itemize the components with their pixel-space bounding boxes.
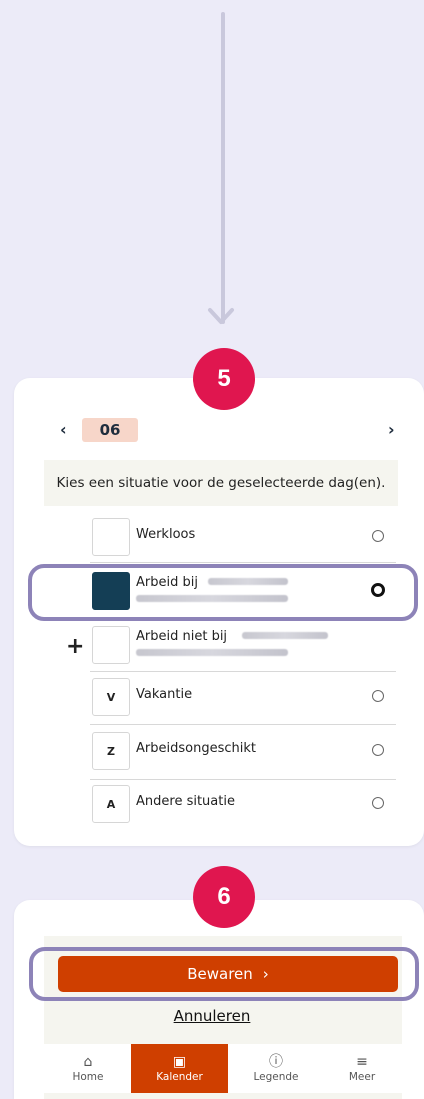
cancel-link[interactable]: Annuleren [0, 1007, 424, 1025]
save-button-label: Bewaren [187, 965, 253, 983]
divider [90, 562, 396, 563]
bottom-strip [44, 1093, 402, 1099]
radio-selected-icon[interactable] [370, 582, 386, 598]
radio-button[interactable] [372, 797, 384, 809]
tab-home[interactable]: ⌂ Home [44, 1044, 132, 1093]
tab-label: Home [72, 1071, 104, 1083]
situation-code-box: V [92, 678, 130, 716]
step-badge-5: 5 [193, 348, 255, 410]
month-chip: 06 [82, 418, 138, 442]
radio-button[interactable] [372, 690, 384, 702]
next-month-button[interactable]: › [388, 420, 395, 439]
tab-legende[interactable]: ⓘ Legende [232, 1044, 320, 1093]
option-arbeid-bij[interactable]: Arbeid bij [90, 566, 396, 618]
option-arbeidsongeschikt[interactable]: Z Arbeidsongeschikt [90, 726, 396, 778]
calendar-nav: ‹ 06 › [14, 418, 424, 442]
tab-label: Meer [348, 1071, 376, 1083]
menu-icon: ≡ [356, 1054, 368, 1070]
save-button[interactable]: Bewaren › [58, 956, 398, 992]
tab-label: Legende [253, 1071, 299, 1083]
option-werkloos[interactable]: Werkloos [90, 512, 396, 564]
divider [90, 724, 396, 725]
radio-button[interactable] [372, 744, 384, 756]
chevron-right-icon: › [262, 965, 269, 983]
situation-code-box [92, 626, 130, 664]
flow-arrow-line [221, 12, 225, 324]
option-label: Werkloos [136, 527, 196, 542]
option-label: Arbeid niet bij [136, 629, 228, 644]
situation-code-box: A [92, 785, 130, 823]
tab-meer[interactable]: ≡ Meer [322, 1044, 402, 1093]
bottom-tab-bar: ⌂ Home ▣ Kalender ⓘ Legende ≡ Meer [44, 1044, 402, 1093]
redacted-employer [208, 578, 288, 585]
prev-month-button[interactable]: ‹ [60, 420, 67, 439]
option-label: Arbeid bij [136, 575, 198, 590]
down-arrow-icon [208, 308, 234, 324]
option-andere-situatie[interactable]: A Andere situatie [90, 779, 396, 831]
radio-button[interactable] [372, 530, 384, 542]
option-arbeid-niet-bij[interactable]: Arbeid niet bij [90, 620, 396, 672]
step-badge-6: 6 [193, 866, 255, 928]
redacted-employer [242, 632, 328, 639]
situation-prompt: Kies een situatie voor de geselecteerde … [44, 460, 398, 506]
tab-label: Kalender [156, 1071, 203, 1083]
situation-color-box [92, 572, 130, 610]
situation-code-box: Z [92, 732, 130, 770]
tab-kalender[interactable]: ▣ Kalender [131, 1044, 228, 1093]
info-icon: ⓘ [269, 1054, 283, 1070]
redacted-employer-detail [136, 649, 288, 656]
option-label: Arbeidsongeschikt [136, 741, 256, 756]
calendar-icon: ▣ [172, 1054, 187, 1070]
option-vakantie[interactable]: V Vakantie [90, 672, 396, 724]
add-plus-icon[interactable]: + [66, 634, 84, 659]
home-icon: ⌂ [83, 1054, 93, 1070]
option-label: Vakantie [136, 687, 193, 702]
situation-code-box [92, 518, 130, 556]
redacted-employer-detail [136, 595, 288, 602]
option-label: Andere situatie [136, 794, 235, 809]
